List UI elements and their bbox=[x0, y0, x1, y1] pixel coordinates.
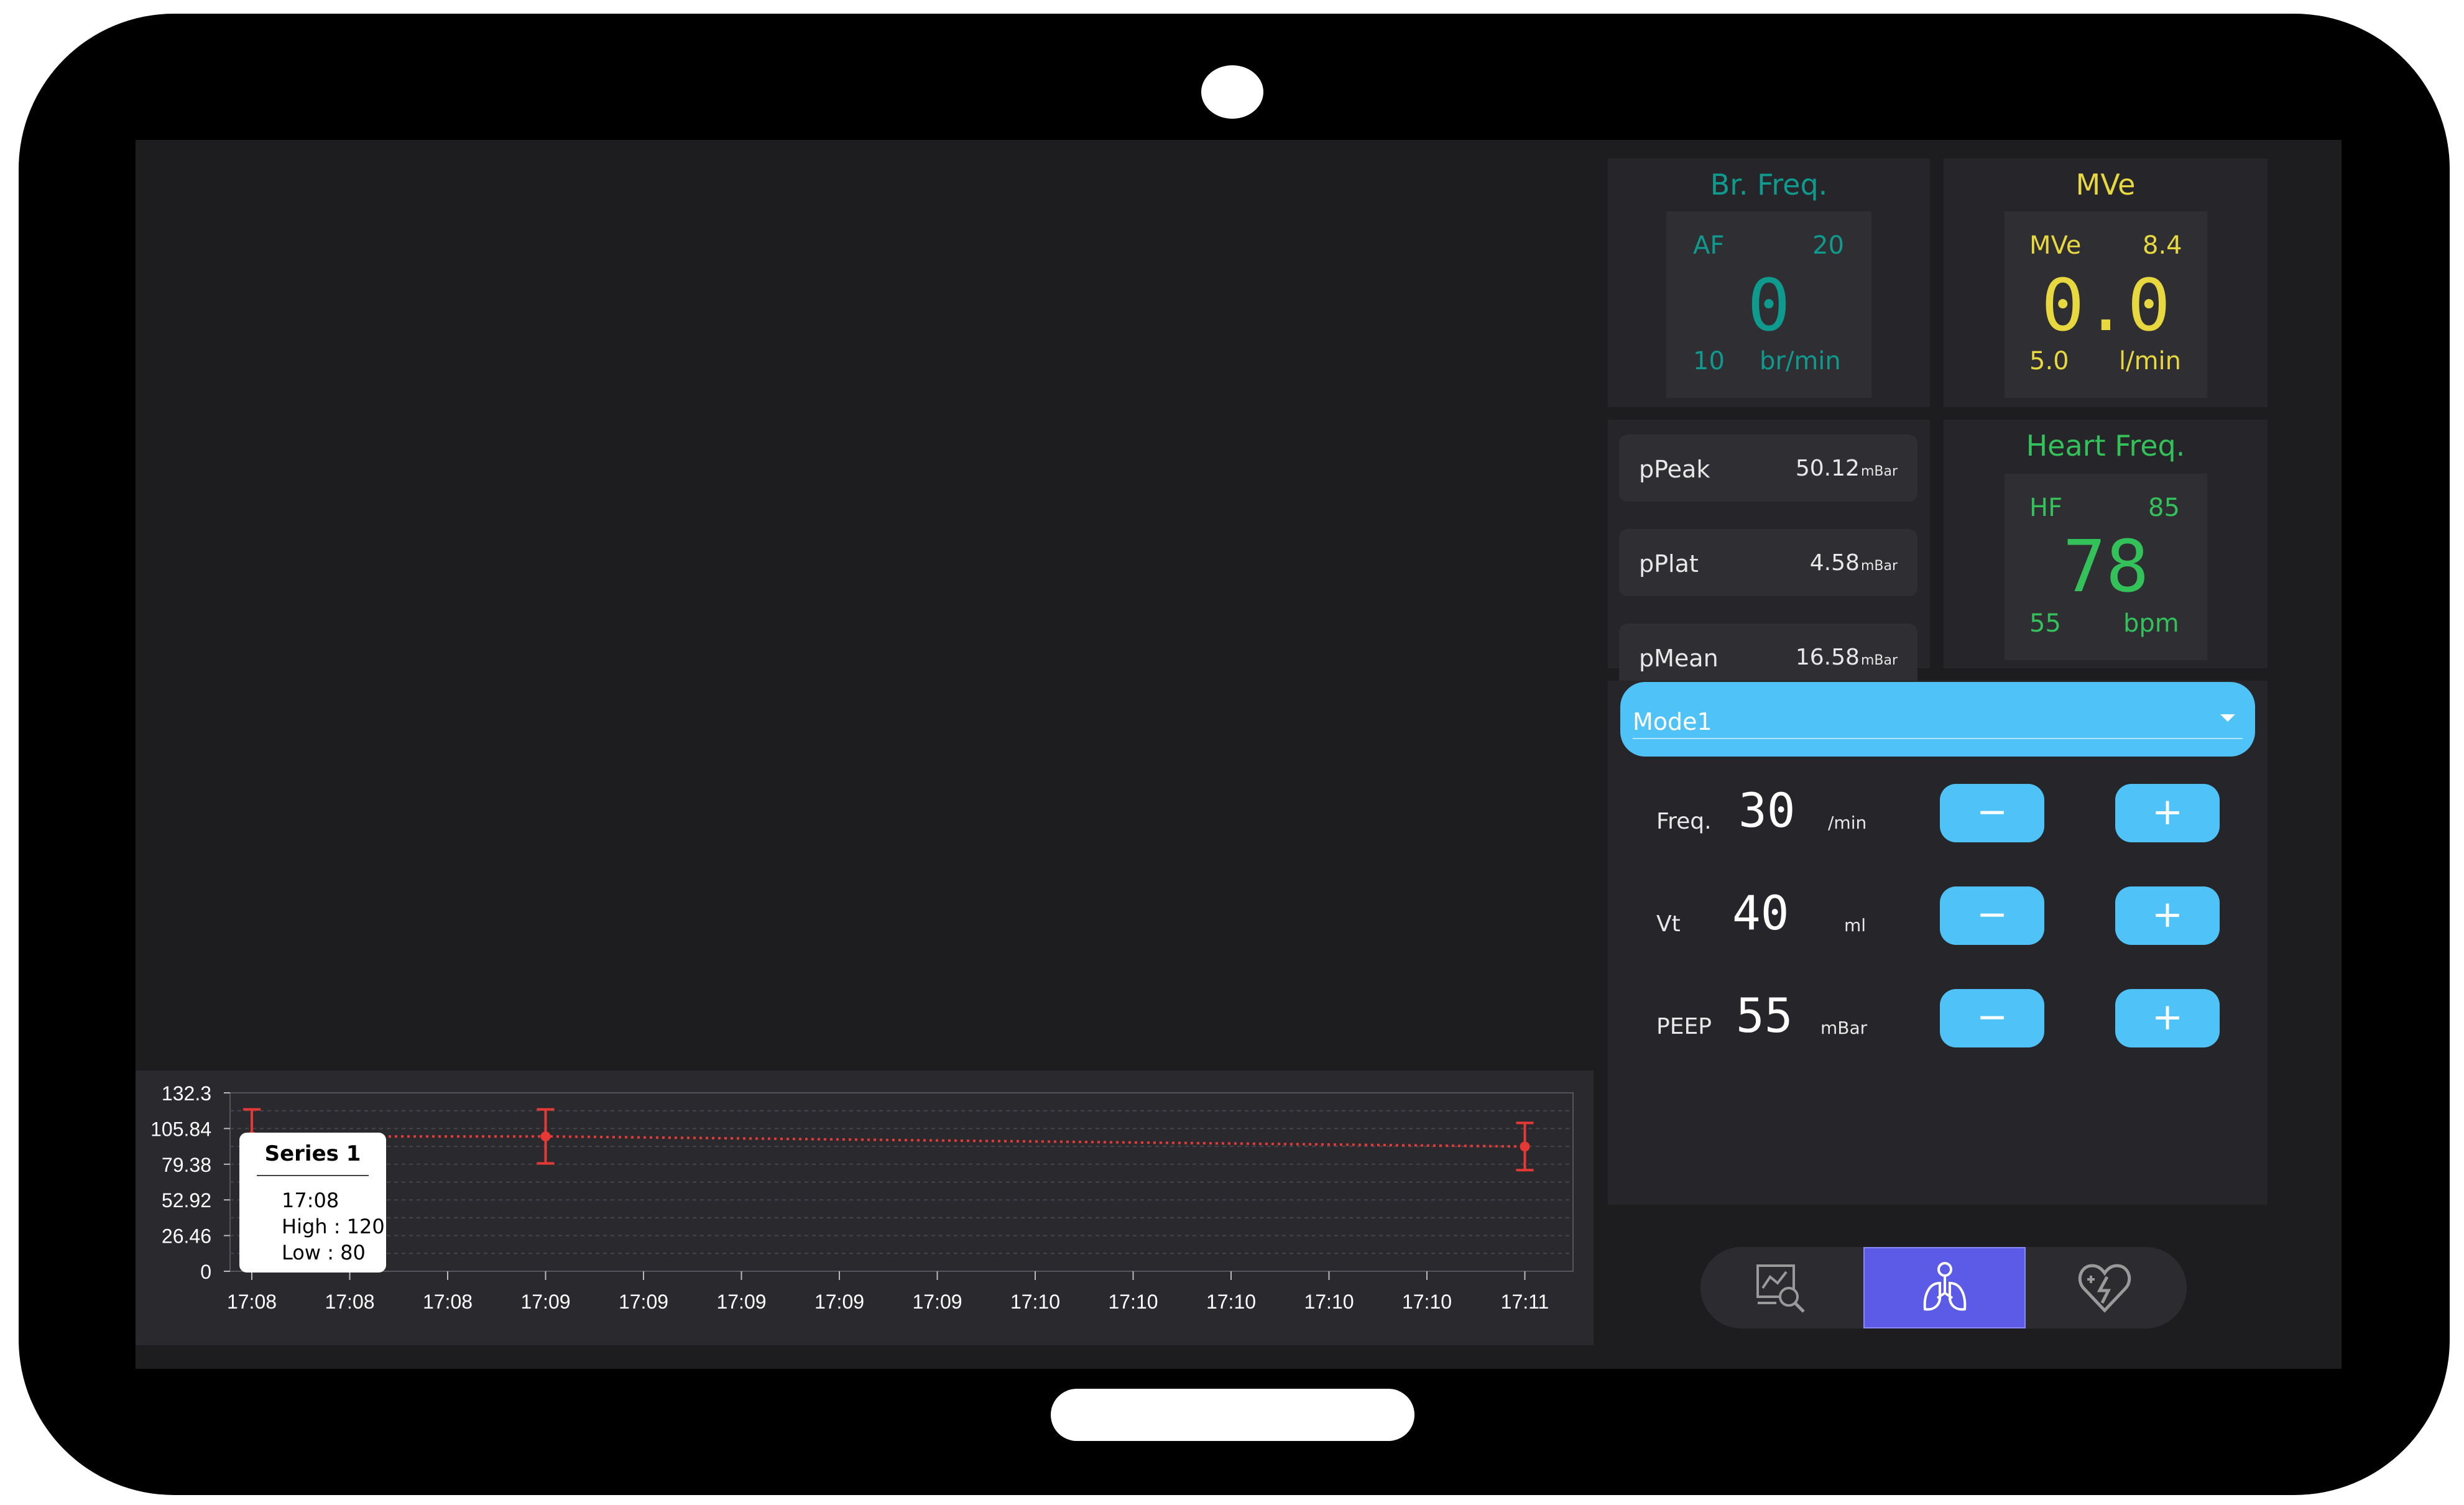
tooltip-title: Series 1 bbox=[264, 1141, 361, 1166]
chart-tooltip: Series 1 17:08 High : 120 Low : 80 bbox=[239, 1133, 386, 1273]
dropdown-arrow-icon bbox=[2220, 714, 2235, 722]
increase-button[interactable]: + bbox=[2115, 886, 2220, 945]
chart-analysis-icon[interactable] bbox=[1751, 1258, 1811, 1318]
control-unit: mBar bbox=[1820, 1018, 1868, 1038]
control-unit: /min bbox=[1828, 812, 1867, 833]
br-freq-unit: br/min bbox=[1760, 347, 1841, 375]
control-unit: ml bbox=[1844, 915, 1866, 936]
br-freq-high: 20 bbox=[1812, 231, 1844, 260]
control-row-vt: Vt 40 ml − + bbox=[1620, 875, 2255, 952]
heart-freq-value: 78 bbox=[2062, 525, 2149, 609]
pressure-name: pPeak bbox=[1639, 456, 1710, 483]
br-freq-low: 10 bbox=[1693, 347, 1725, 375]
pressure-value: 50.12mBar bbox=[1795, 456, 1898, 481]
control-label: PEEP bbox=[1656, 1014, 1712, 1039]
tooltip-low: Low : 80 bbox=[282, 1241, 366, 1264]
control-label: Vt bbox=[1656, 911, 1681, 937]
increase-button[interactable]: + bbox=[2115, 989, 2220, 1047]
control-value: 40 bbox=[1732, 885, 1789, 941]
camera bbox=[1201, 65, 1263, 119]
mve-title: MVe bbox=[2075, 168, 2136, 201]
mve-high: 8.4 bbox=[2143, 231, 2182, 260]
bottom-nav bbox=[1700, 1247, 2187, 1328]
tooltip-high: High : 120 bbox=[282, 1215, 385, 1238]
increase-button[interactable]: + bbox=[2115, 784, 2220, 842]
heart-freq-unit: bpm bbox=[2123, 609, 2179, 638]
mve-low: 5.0 bbox=[2029, 347, 2069, 375]
control-row-peep: PEEP 55 mBar − + bbox=[1620, 978, 2255, 1054]
heart-freq-title: Heart Freq. bbox=[2026, 429, 2185, 463]
br-freq-value: 0 bbox=[1747, 264, 1791, 347]
pressure-value: 4.58mBar bbox=[1809, 550, 1898, 576]
mve-tag: MVe bbox=[2029, 231, 2082, 260]
mve-unit: l/min bbox=[2119, 347, 2182, 375]
mode-select[interactable]: Mode1 bbox=[1620, 682, 2255, 757]
pressure-row-plat: pPlat 4.58mBar bbox=[1619, 529, 1917, 596]
heart-freq-low: 55 bbox=[2029, 609, 2061, 638]
home-button[interactable] bbox=[1051, 1389, 1414, 1441]
decrease-button[interactable]: − bbox=[1940, 784, 2044, 842]
mode-select-underline bbox=[1633, 738, 2243, 739]
lungs-icon[interactable] bbox=[1915, 1258, 1975, 1318]
pressure-name: pMean bbox=[1639, 645, 1719, 672]
heart-freq-high: 85 bbox=[2148, 494, 2180, 522]
pressure-name: pPlat bbox=[1639, 550, 1699, 578]
control-label: Freq. bbox=[1656, 809, 1712, 834]
mode-select-value: Mode1 bbox=[1633, 708, 1712, 735]
heart-pulse-icon[interactable] bbox=[2075, 1258, 2134, 1318]
control-row-freq: Freq. 30 /min − + bbox=[1620, 773, 2255, 849]
decrease-button[interactable]: − bbox=[1940, 989, 2044, 1047]
br-freq-tag: AF bbox=[1693, 231, 1725, 260]
heart-freq-tag: HF bbox=[2029, 494, 2063, 522]
decrease-button[interactable]: − bbox=[1940, 886, 2044, 945]
pressure-row-peak: pPeak 50.12mBar bbox=[1619, 435, 1917, 502]
tooltip-divider bbox=[257, 1175, 369, 1176]
pressure-value: 16.58mBar bbox=[1795, 645, 1898, 670]
tooltip-time: 17:08 bbox=[282, 1189, 339, 1212]
control-value: 55 bbox=[1736, 988, 1793, 1043]
control-value: 30 bbox=[1738, 783, 1796, 838]
br-freq-title: Br. Freq. bbox=[1710, 168, 1828, 201]
mve-value: 0.0 bbox=[2041, 264, 2171, 347]
